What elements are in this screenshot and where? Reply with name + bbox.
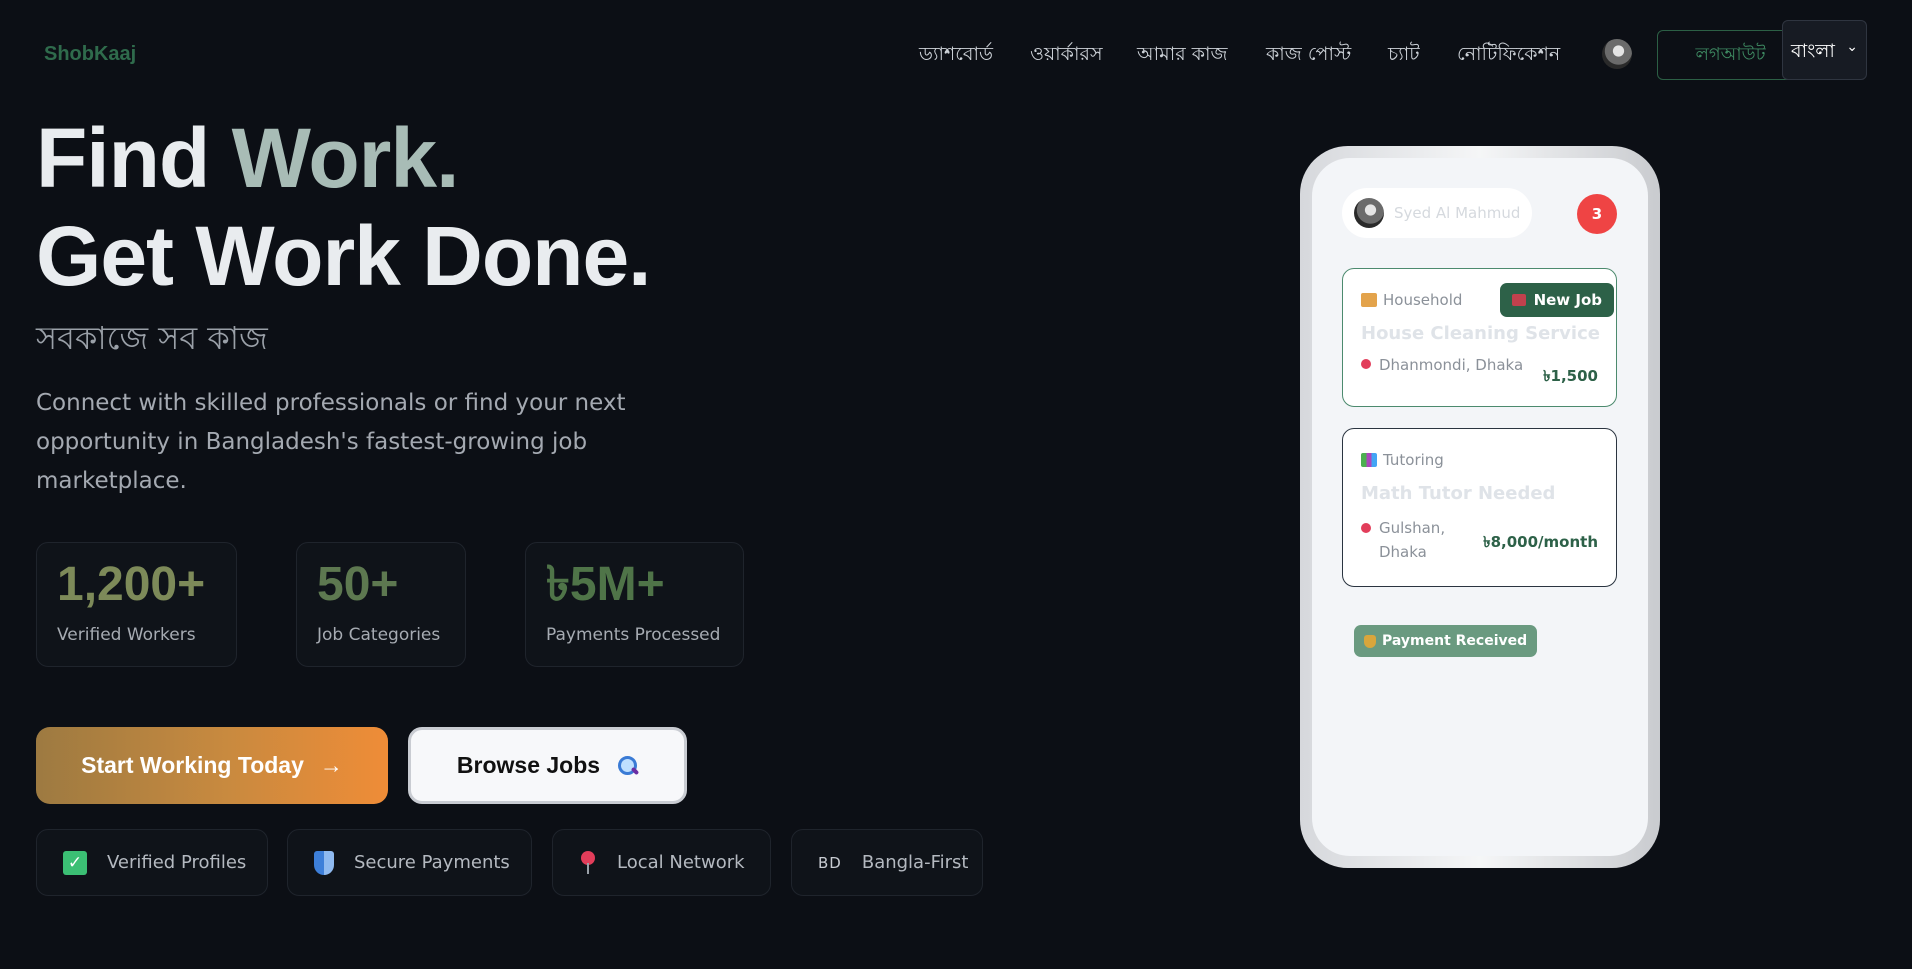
stat-card-categories: 50+ Job Categories — [296, 542, 466, 667]
feature-verified-profiles: ✓ Verified Profiles — [36, 829, 268, 896]
new-job-badge: New Job — [1499, 283, 1614, 317]
new-job-badge-label: New Job — [1533, 291, 1602, 309]
start-working-button[interactable]: Start Working Today → — [36, 727, 388, 804]
stat-value: ৳5M+ — [546, 558, 665, 611]
feature-label: Verified Profiles — [107, 852, 247, 873]
job-location-label: Gulshan, Dhaka — [1379, 519, 1446, 561]
start-working-label: Start Working Today — [81, 752, 304, 778]
stat-label: Job Categories — [317, 625, 441, 645]
browse-jobs-label: Browse Jobs — [456, 752, 601, 778]
nav-link-post-job[interactable]: কাজ পোস্ট — [1266, 40, 1351, 72]
stat-value: 50+ — [317, 558, 399, 611]
feature-label: Local Network — [617, 852, 745, 873]
language-select[interactable]: বাংলা ⌄ — [1782, 20, 1867, 80]
hero-title-line2: Get Work Done. — [36, 209, 652, 303]
feature-label: Secure Payments — [354, 852, 510, 873]
job-category-label: Household — [1383, 291, 1463, 309]
check-icon: ✓ — [63, 850, 87, 875]
job-title: House Cleaning Service — [1361, 323, 1600, 344]
brand-logo[interactable]: ShobKaaj — [44, 43, 136, 66]
shield-icon — [314, 850, 334, 875]
hero-title-work: Work. — [231, 111, 460, 205]
job-price: ৳1,500 — [1543, 367, 1598, 385]
job-category: Tutoring — [1361, 451, 1598, 469]
feature-local-network: Local Network — [552, 829, 771, 896]
job-location-label: Dhanmondi, Dhaka — [1379, 356, 1524, 374]
stat-card-workers: 1,200+ Verified Workers — [36, 542, 237, 667]
hero-description: Connect with skilled professionals or fi… — [36, 390, 626, 494]
job-category-label: Tutoring — [1383, 451, 1444, 469]
job-card: Tutoring Math Tutor Needed Gulshan, Dhak… — [1342, 428, 1617, 587]
stat-label: Verified Workers — [57, 625, 196, 645]
stat-label: Payments Processed — [546, 625, 721, 645]
bd-flag-icon: BD — [818, 853, 842, 872]
avatar[interactable] — [1602, 39, 1632, 69]
language-select-value: বাংলা — [1791, 40, 1835, 62]
browse-jobs-button[interactable]: Browse Jobs — [408, 727, 687, 804]
arrow-right-icon: → — [319, 752, 343, 778]
hero-tagline-bn: সবকাজে সব কাজ — [36, 319, 268, 357]
feature-label: Bangla-First — [861, 852, 969, 873]
job-price: ৳8,000/month — [1483, 533, 1598, 551]
phone-screen: Syed Al Mahmud 3 Household New Job House… — [1312, 158, 1648, 856]
pin-icon — [1361, 523, 1371, 533]
money-bag-icon — [1364, 634, 1376, 648]
phone-user-pill: Syed Al Mahmud — [1342, 188, 1532, 238]
feature-secure-payments: Secure Payments — [287, 829, 532, 896]
briefcase-icon — [1511, 294, 1526, 306]
house-icon — [1361, 293, 1377, 307]
feature-bangla-first: BD Bangla-First — [791, 829, 983, 896]
payment-received-label: Payment Received — [1382, 633, 1528, 649]
hero-title-find: Find — [36, 111, 232, 205]
phone-mockup: Syed Al Mahmud 3 Household New Job House… — [1300, 146, 1660, 868]
stat-value: 1,200+ — [57, 558, 206, 611]
notification-badge: 3 — [1577, 194, 1617, 234]
job-title: Math Tutor Needed — [1361, 483, 1556, 504]
avatar — [1354, 198, 1384, 228]
pin-icon — [1361, 359, 1371, 369]
search-icon — [618, 755, 638, 776]
job-card: Household New Job House Cleaning Service… — [1342, 268, 1617, 407]
books-icon — [1361, 453, 1377, 467]
nav-link-my-jobs[interactable]: আমার কাজ — [1137, 40, 1228, 72]
stat-card-payments: ৳5M+ Payments Processed — [525, 542, 744, 667]
nav-link-workers[interactable]: ওয়ার্কারস — [1030, 40, 1103, 72]
nav-link-notifications[interactable]: নোটিফিকেশন — [1457, 40, 1560, 72]
phone-user-name: Syed Al Mahmud — [1394, 204, 1521, 222]
nav-link-chat[interactable]: চ্যাট — [1388, 40, 1420, 72]
chevron-down-icon: ⌄ — [1846, 39, 1858, 55]
hero-title-line1: Find Work. — [36, 116, 459, 200]
job-location: Gulshan, Dhaka — [1361, 516, 1471, 564]
payment-received-badge: Payment Received — [1354, 625, 1538, 657]
pin-icon — [579, 850, 597, 875]
nav-link-dashboard[interactable]: ড্যাশবোর্ড — [919, 40, 993, 72]
